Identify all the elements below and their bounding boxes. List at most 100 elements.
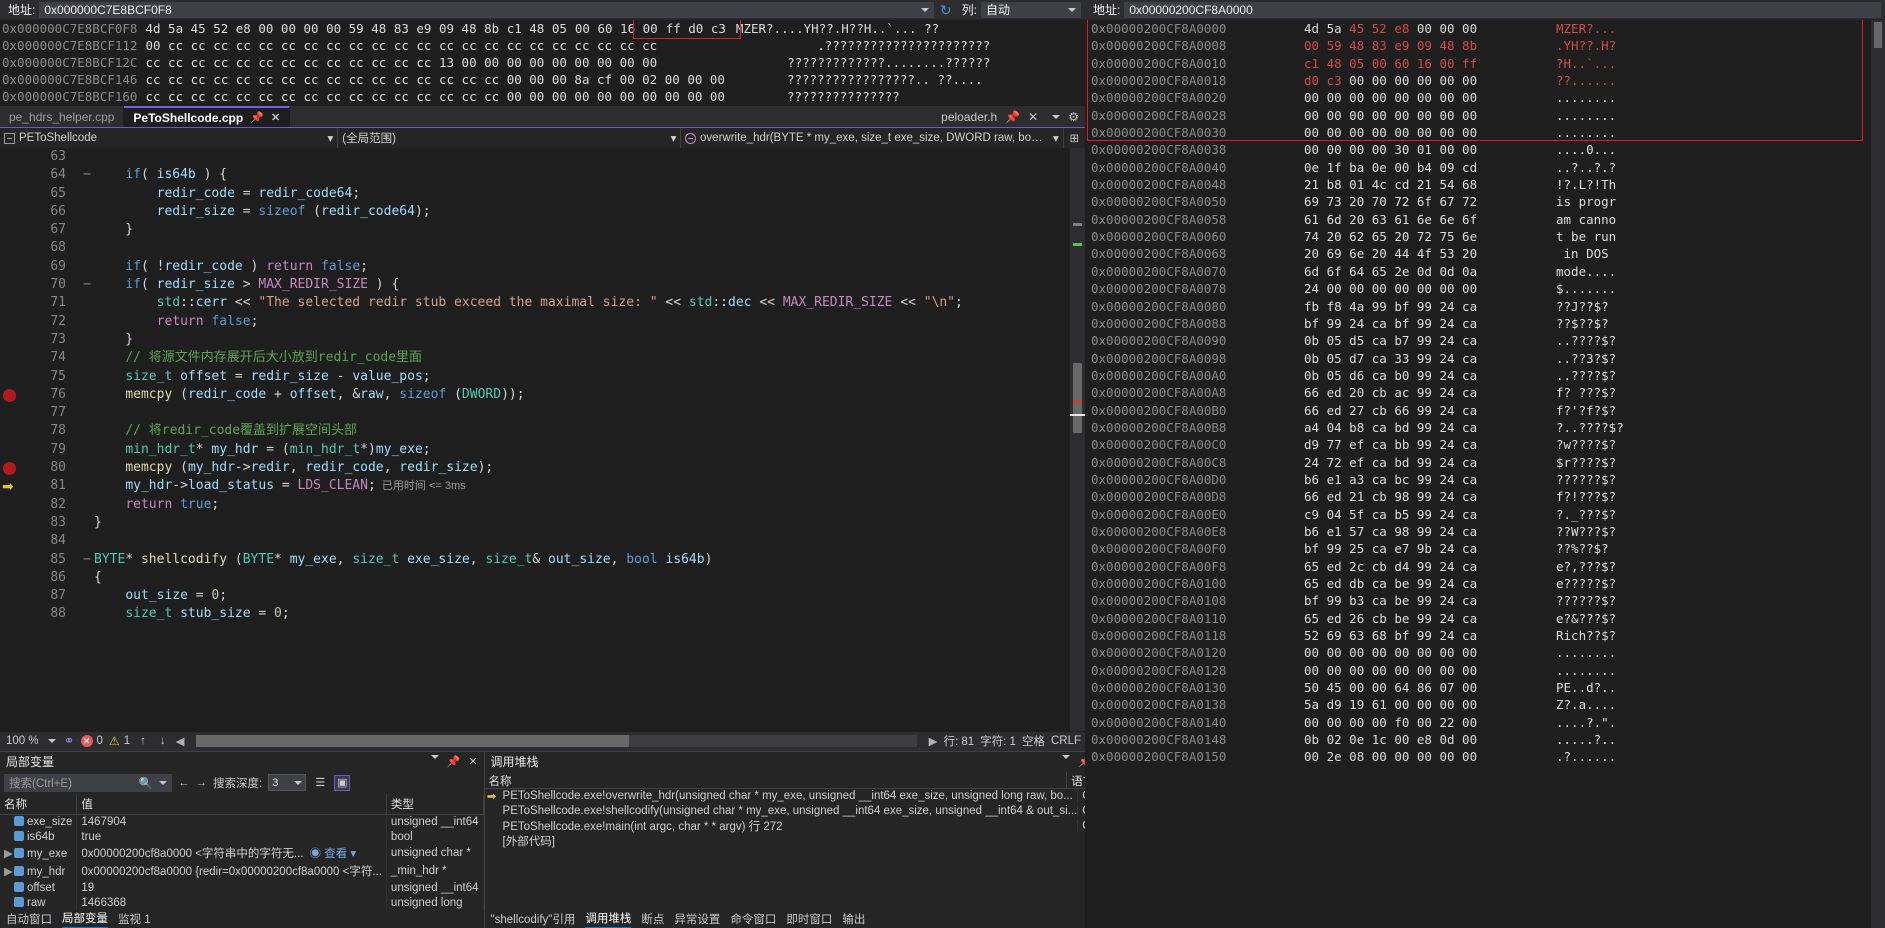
- code-line[interactable]: 77: [20, 404, 1070, 422]
- warning-badge[interactable]: ⚠ 1: [109, 734, 130, 748]
- editor-tab-pe-hdrs-helper[interactable]: pe_hdrs_helper.cpp: [0, 106, 125, 127]
- locals-col-type[interactable]: 类型: [386, 793, 484, 815]
- split-editor-icon[interactable]: ⊞: [1064, 131, 1085, 145]
- memory-row[interactable]: 0x00000200CF8A00F0 bf 99 25 ca e7 9b 24 c…: [1085, 540, 1885, 557]
- memory1-grid[interactable]: 0x000000C7E8BCF0F8 4d 5a 45 52 e8 00 00 …: [0, 20, 1085, 106]
- table-row[interactable]: ▶ my_exe 0x00000200cf8a0000 <字符串中的字符无... ◉ …: [0, 844, 484, 862]
- code-line[interactable]: 85− BYTE* shellcodify (BYTE* my_exe, size…: [20, 551, 1070, 569]
- code-line[interactable]: 63: [20, 148, 1070, 166]
- code-line[interactable]: 71 std::cerr << "The selected redir stub…: [20, 294, 1070, 312]
- table-row[interactable]: offset 19 unsigned __int64: [0, 880, 484, 895]
- dock-tab-tab[interactable]: 命令窗口: [730, 911, 776, 927]
- dock-tab-tab[interactable]: 即时窗口: [786, 911, 832, 927]
- editor-right-tab-label[interactable]: peloader.h: [941, 110, 997, 124]
- memory-row[interactable]: 0x00000200CF8A0080 fb f8 4a 99 bf 99 24 c…: [1085, 298, 1885, 315]
- nav-project-dropdown[interactable]: PEToShellcode ▾: [0, 127, 339, 149]
- locals-grid[interactable]: 名称 值 类型 exe_size 1467904 unsigned __int64 i…: [0, 793, 484, 910]
- fold-toggle[interactable]: −: [80, 551, 94, 569]
- expander-icon[interactable]: ▶: [4, 864, 14, 878]
- code-line[interactable]: 74 // 将源文件内存展开后大小放到redir_code里面: [20, 349, 1070, 367]
- scroll-right-icon[interactable]: ▶: [929, 734, 938, 748]
- editor-horizontal-scrollbar[interactable]: [196, 735, 917, 747]
- memory-row[interactable]: 0x00000200CF8A0020 00 00 00 00 00 00 00 0…: [1085, 89, 1885, 106]
- memory-row[interactable]: 0x00000200CF8A0048 21 b8 01 4c cd 21 54 6…: [1085, 176, 1885, 193]
- memory-row[interactable]: 0x00000200CF8A0028 00 00 00 00 00 00 00 0…: [1085, 107, 1885, 124]
- code-line[interactable]: 87 out_size = 0;: [20, 587, 1070, 605]
- close-icon[interactable]: ✕: [271, 111, 280, 124]
- pin-icon[interactable]: 📌: [250, 111, 264, 124]
- code-lines[interactable]: 63 64− if( is64b ) {65 redir_code = redir…: [20, 148, 1070, 731]
- code-line[interactable]: 82 return true;: [20, 496, 1070, 514]
- dock-tab-tab[interactable]: 断点: [641, 911, 664, 927]
- editor-tab-petoshellcode[interactable]: PeToShellcode.cpp 📌 ✕: [124, 106, 291, 127]
- code-line[interactable]: 81 my_hdr->load_status = LDS_CLEAN; 已用时间…: [20, 477, 1070, 495]
- code-line[interactable]: 66 redir_size = sizeof (redir_code64);: [20, 203, 1070, 221]
- memory-row[interactable]: 0x00000200CF8A0120 00 00 00 00 00 00 00 0…: [1085, 644, 1885, 661]
- dock-tab-tab[interactable]: 监视 1: [118, 911, 151, 927]
- chevron-down-icon[interactable]: [430, 755, 439, 759]
- dock-tab-tab[interactable]: 输出: [842, 911, 865, 927]
- code-line[interactable]: 83}: [20, 514, 1070, 532]
- locals-search-input[interactable]: 搜索(Ctrl+E) 🔍: [4, 773, 172, 792]
- memory1-columns-selector[interactable]: 列: 自动: [958, 1, 1081, 18]
- dock-tab-tab[interactable]: 异常设置: [674, 911, 720, 927]
- memory-row[interactable]: 0x00000200CF8A00B8 a4 04 b8 ca bd 99 24 c…: [1085, 419, 1885, 436]
- memory-row[interactable]: 0x00000200CF8A0150 00 2e 08 00 00 00 00 0…: [1085, 748, 1885, 765]
- memory-row[interactable]: 0x00000200CF8A0108 bf 99 b3 ca be 99 24 c…: [1085, 592, 1885, 609]
- code-line[interactable]: 69 if( !redir_code ) return false;: [20, 258, 1070, 276]
- close-icon[interactable]: ✕: [1028, 110, 1038, 124]
- callstack-row[interactable]: PEToShellcode.exe!shellcodify(unsigned c…: [485, 804, 1116, 819]
- expander-icon[interactable]: ▶: [4, 846, 14, 860]
- scroll-left-icon[interactable]: ◀: [176, 734, 185, 748]
- memory-row[interactable]: 0x000000C7E8BCF146 cc cc cc cc cc cc cc …: [0, 71, 1085, 88]
- code-line[interactable]: 72 return false;: [20, 313, 1070, 331]
- memory-row[interactable]: 0x00000200CF8A0118 52 69 63 68 bf 99 24 c…: [1085, 627, 1885, 644]
- code-line[interactable]: 70− if( redir_size > MAX_REDIR_SIZE ) {: [20, 276, 1070, 294]
- fold-toggle[interactable]: −: [80, 276, 94, 294]
- memory-row[interactable]: 0x00000200CF8A0068 20 69 6e 20 44 4f 53 2…: [1085, 245, 1885, 262]
- memory-row[interactable]: 0x000000C7E8BCF12C cc cc cc cc cc cc cc …: [0, 54, 1085, 71]
- memory-row[interactable]: 0x00000200CF8A0148 0b 02 0e 1c 00 e8 0d 0…: [1085, 731, 1885, 748]
- memory-row[interactable]: 0x000000C7E8BCF0F8 4d 5a 45 52 e8 00 00 …: [0, 20, 1085, 37]
- locals-value-cell[interactable]: true: [76, 829, 387, 844]
- memory-row[interactable]: 0x00000200CF8A0130 50 45 00 00 64 86 07 0…: [1085, 679, 1885, 696]
- value-visualizer-button[interactable]: ◉ 查看 ▾: [310, 848, 357, 860]
- locals-name-cell[interactable]: exe_size: [0, 814, 78, 829]
- code-line[interactable]: 76 memcpy (redir_code + offset, &raw, si…: [20, 386, 1070, 404]
- dock-tab-active[interactable]: 局部变量: [62, 910, 108, 928]
- callstack-col-name[interactable]: 名称: [485, 771, 1068, 788]
- memory-row[interactable]: 0x00000200CF8A0128 00 00 00 00 00 00 00 0…: [1085, 662, 1885, 679]
- search-icon[interactable]: 🔍: [139, 776, 153, 790]
- locals-col-value[interactable]: 值: [76, 793, 387, 815]
- memory-row[interactable]: 0x00000200CF8A0010 c1 48 05 00 60 16 00 f…: [1085, 55, 1885, 72]
- memory-row[interactable]: 0x00000200CF8A00E0 c9 04 5f ca b5 99 24 c…: [1085, 506, 1885, 523]
- memory2-scroll-thumb[interactable]: [1874, 22, 1882, 48]
- code-line[interactable]: 68: [20, 239, 1070, 257]
- code-line[interactable]: 84: [20, 532, 1070, 550]
- chevron-down-icon[interactable]: ▾: [319, 131, 333, 145]
- dock-tab-tab[interactable]: 自动窗口: [6, 911, 52, 927]
- glyph-margin[interactable]: ➡: [0, 148, 20, 731]
- code-line[interactable]: 75 size_t offset = redir_size - value_po…: [20, 368, 1070, 386]
- close-icon[interactable]: ✕: [468, 755, 477, 768]
- memory-row[interactable]: 0x00000200CF8A0110 65 ed 26 cb be 99 24 c…: [1085, 610, 1885, 627]
- memory-row[interactable]: 0x00000200CF8A0000 4d 5a 45 52 e8 00 00 0…: [1085, 20, 1885, 37]
- locals-name-cell[interactable]: is64b: [0, 829, 78, 844]
- code-line[interactable]: 67 }: [20, 221, 1070, 239]
- locals-value-cell[interactable]: 0x00000200cf8a0000 <字符串中的字符无... ◉ 查看 ▾: [76, 844, 387, 862]
- locals-value-cell[interactable]: 1467904: [76, 814, 387, 829]
- callstack-row[interactable]: [外部代码]: [485, 834, 1116, 849]
- memory-row[interactable]: 0x00000200CF8A0140 00 00 00 00 f0 00 22 0…: [1085, 714, 1885, 731]
- memory2-grid[interactable]: 0x00000200CF8A0000 4d 5a 45 52 e8 00 00 0…: [1085, 20, 1885, 928]
- memory-row[interactable]: 0x00000200CF8A0100 65 ed db ca be 99 24 c…: [1085, 575, 1885, 592]
- chevron-down-icon[interactable]: ▾: [663, 131, 677, 145]
- table-row[interactable]: ▶ my_hdr 0x00000200cf8a0000 {redir=0x00000…: [0, 862, 484, 880]
- table-row[interactable]: raw 1466368 unsigned long: [0, 895, 484, 910]
- layout-icon[interactable]: ▣: [334, 774, 351, 791]
- code-line[interactable]: 64− if( is64b ) {: [20, 166, 1070, 184]
- columns-icon[interactable]: ☰: [312, 775, 328, 791]
- memory-row[interactable]: 0x00000200CF8A00C8 24 72 ef ca bd 99 24 c…: [1085, 454, 1885, 471]
- memory-row[interactable]: 0x00000200CF8A0038 00 00 00 00 30 01 00 0…: [1085, 141, 1885, 158]
- gear-icon[interactable]: ⚙: [1068, 110, 1079, 124]
- locals-name-cell[interactable]: ▶ my_exe: [0, 844, 78, 862]
